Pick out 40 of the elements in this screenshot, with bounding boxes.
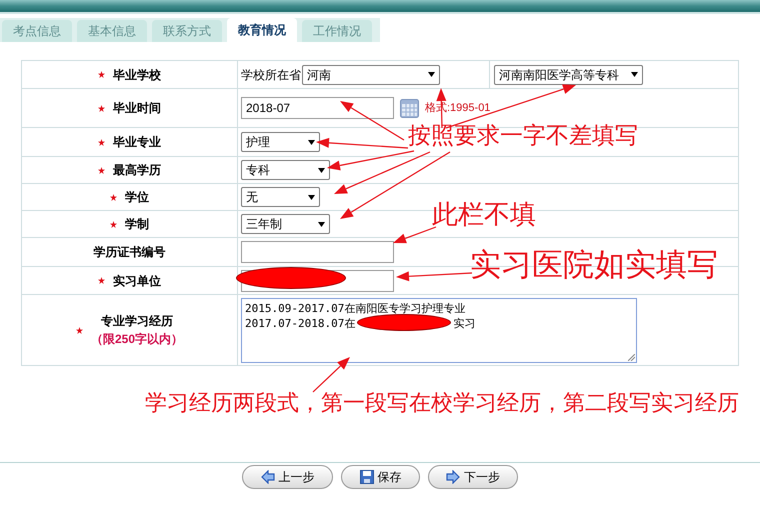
previous-button[interactable]: 上一步 bbox=[242, 465, 333, 489]
field-label: 毕业学校 bbox=[113, 66, 161, 84]
field-label: 学历证书编号 bbox=[94, 244, 166, 261]
calendar-icon[interactable] bbox=[400, 98, 419, 118]
field-label: 学制 bbox=[125, 216, 149, 233]
annotation-text: 学习经历两段式，第一段写在校学习经历，第二段写实习经历 bbox=[145, 393, 739, 415]
dropdown-select[interactable]: 专科 bbox=[241, 160, 330, 180]
dropdown-select[interactable]: 无 bbox=[241, 187, 320, 207]
province-select[interactable]: 河南 bbox=[302, 64, 440, 84]
province-label: 学校所在省 bbox=[241, 66, 301, 84]
dropdown-caret-icon bbox=[428, 72, 435, 77]
field-label: 专业学习经历 bbox=[101, 313, 173, 330]
textarea-field[interactable]: 2015.09-2017.07在南阳医专学习护理专业 2017.07-2018.07在 实习 bbox=[241, 298, 637, 362]
save-button[interactable]: 保存 bbox=[341, 465, 420, 489]
dropdown-caret-icon bbox=[318, 168, 325, 172]
field-label: 实习单位 bbox=[113, 272, 161, 290]
left-arrow-icon bbox=[260, 470, 274, 484]
date-input[interactable]: 2018-07 bbox=[241, 97, 394, 119]
annotation-arrow bbox=[312, 357, 350, 392]
dropdown-caret-icon bbox=[631, 72, 638, 77]
tab[interactable]: 教育情况 bbox=[227, 18, 297, 42]
dropdown-caret-icon bbox=[308, 140, 315, 144]
annotation-text: 此栏不填 bbox=[432, 202, 536, 228]
dropdown-select[interactable]: 护理 bbox=[241, 132, 320, 152]
right-arrow-icon bbox=[446, 470, 460, 484]
next-button[interactable]: 下一步 bbox=[428, 465, 518, 489]
field-label: 毕业时间 bbox=[113, 100, 161, 117]
dropdown-select[interactable]: 三年制 bbox=[241, 214, 330, 234]
annotation-arrow bbox=[393, 226, 436, 244]
field-label: 学位 bbox=[125, 189, 149, 206]
annotation-text: 实习医院如实填写 bbox=[470, 250, 718, 281]
resize-grip-icon bbox=[628, 354, 635, 360]
text-input[interactable] bbox=[241, 241, 394, 263]
dropdown-caret-icon bbox=[318, 222, 325, 226]
dropdown-caret-icon bbox=[308, 194, 315, 200]
field-label: 最高学历 bbox=[113, 162, 161, 179]
annotation-text: 按照要求一字不差填写 bbox=[408, 125, 638, 148]
length-note: （限250字以内） bbox=[90, 331, 184, 348]
field-label: 毕业专业 bbox=[113, 134, 161, 151]
school-select[interactable]: 河南南阳医学高等专科 bbox=[494, 64, 643, 84]
